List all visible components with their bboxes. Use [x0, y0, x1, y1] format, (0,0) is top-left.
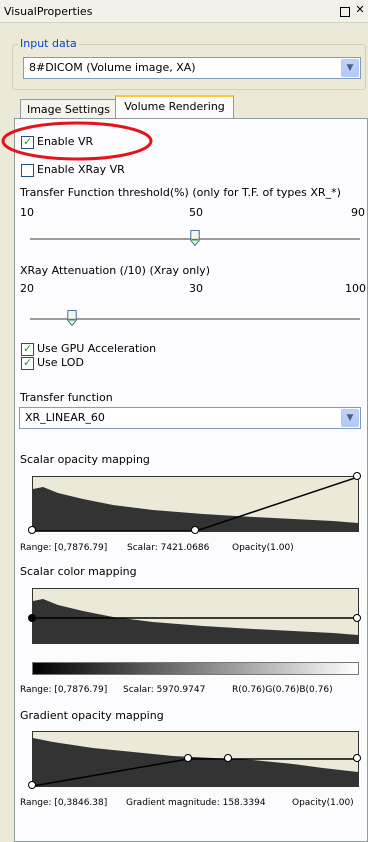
use-gpu-checkbox[interactable]: ✓	[21, 342, 34, 356]
gradient-opacity-range: Range: [0,3846.38]	[20, 798, 108, 808]
chevron-down-icon[interactable]: ▼	[341, 59, 359, 77]
gradient-control-point[interactable]	[353, 754, 361, 762]
gradient-opacity-histogram	[33, 738, 358, 786]
threshold-max-label: 90	[351, 206, 365, 219]
scalar-color-scalar: Scalar: 5970.9747	[123, 685, 206, 695]
color-gradient-bar	[32, 662, 359, 675]
attenuation-min-label: 20	[20, 282, 34, 295]
opacity-control-point[interactable]	[28, 526, 36, 534]
restore-icon[interactable]	[340, 7, 350, 17]
color-control-point[interactable]	[353, 614, 361, 622]
color-control-point[interactable]	[28, 614, 36, 622]
threshold-min-label: 10	[20, 206, 34, 219]
threshold-mid-label: 50	[189, 206, 203, 219]
attenuation-label: XRay Attenuation (/10) (Xray only)	[20, 264, 211, 277]
scalar-color-histogram	[33, 599, 358, 643]
opacity-control-point[interactable]	[191, 526, 199, 534]
attenuation-mid-label: 30	[189, 282, 203, 295]
transfer-function-value: XR_LINEAR_60	[25, 411, 105, 424]
attenuation-slider-thumb[interactable]	[67, 309, 77, 327]
gradient-control-point[interactable]	[224, 754, 232, 762]
scalar-color-rgb: R(0.76)G(0.76)B(0.76)	[232, 685, 333, 695]
enable-xray-vr-label: Enable XRay VR	[37, 163, 125, 176]
scalar-color-range: Range: [0,7876.79]	[20, 685, 108, 695]
annotation-circle	[1, 121, 153, 161]
window-title: VisualProperties	[4, 5, 93, 18]
gradient-magnitude: Gradient magnitude: 158.3394	[126, 798, 266, 808]
use-gpu-label: Use GPU Acceleration	[37, 342, 157, 355]
transfer-function-label: Transfer function	[20, 391, 113, 404]
scalar-opacity-range: Range: [0,7876.79]	[20, 543, 108, 553]
gradient-opacity-label: Gradient opacity mapping	[20, 709, 164, 722]
threshold-label: Transfer Function threshold(%) (only for…	[20, 186, 341, 199]
tab-image-settings[interactable]: Image Settings	[20, 99, 117, 120]
input-data-select[interactable]: 8#DICOM (Volume image, XA) ▼	[23, 57, 361, 79]
input-data-value: 8#DICOM (Volume image, XA)	[29, 61, 196, 74]
transfer-function-select[interactable]: XR_LINEAR_60 ▼	[19, 407, 361, 429]
scalar-opacity-histogram	[33, 477, 358, 531]
gradient-opacity-value: Opacity(1.00)	[292, 798, 354, 808]
gradient-opacity-graph[interactable]	[32, 731, 359, 787]
check-icon: ✓	[23, 356, 33, 369]
gradient-control-point[interactable]	[28, 781, 36, 789]
use-lod-label: Use LOD	[37, 356, 84, 369]
scalar-opacity-scalar: Scalar: 7421.0686	[127, 543, 210, 553]
use-lod-checkbox[interactable]: ✓	[21, 356, 34, 370]
tab-volume-rendering[interactable]: Volume Rendering	[115, 95, 234, 120]
enable-xray-vr-checkbox[interactable]	[21, 164, 34, 177]
attenuation-slider-track[interactable]	[30, 318, 360, 321]
attenuation-max-label: 100	[345, 282, 366, 295]
threshold-slider-thumb[interactable]	[190, 229, 200, 247]
scalar-color-graph[interactable]	[32, 588, 359, 644]
check-icon: ✓	[23, 342, 33, 355]
tab-label: Volume Rendering	[124, 100, 225, 113]
input-data-legend: Input data	[18, 37, 79, 50]
gradient-control-point[interactable]	[184, 754, 192, 762]
close-icon[interactable]: ✕	[354, 4, 366, 16]
scalar-color-label: Scalar color mapping	[20, 565, 137, 578]
scalar-opacity-graph[interactable]	[32, 476, 359, 532]
scalar-opacity-label: Scalar opacity mapping	[20, 453, 150, 466]
chevron-down-icon[interactable]: ▼	[341, 409, 359, 427]
scalar-opacity-value: Opacity(1.00)	[232, 543, 294, 553]
opacity-control-point[interactable]	[353, 472, 361, 480]
tab-label: Image Settings	[26, 103, 111, 116]
